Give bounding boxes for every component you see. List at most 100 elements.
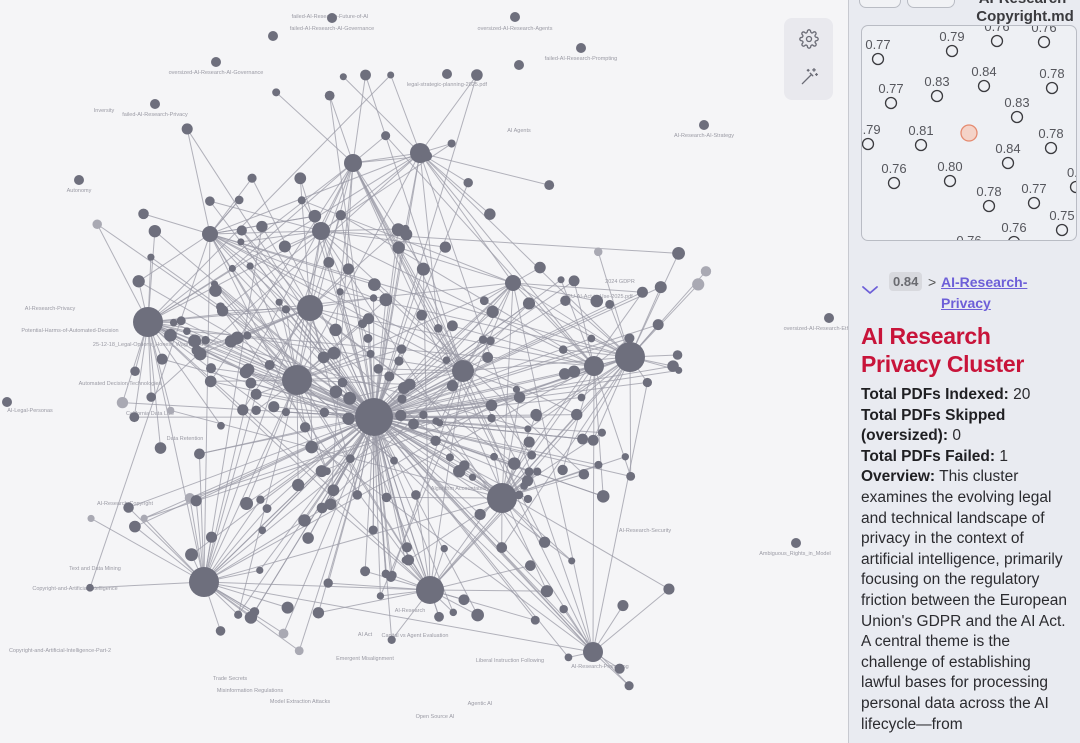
graph-node[interactable] [156,353,168,365]
graph-node[interactable] [700,266,712,277]
graph-node[interactable] [478,335,488,344]
graph-node[interactable] [558,345,568,354]
graph-node[interactable] [294,646,304,656]
graph-node[interactable] [272,88,281,97]
graph-node[interactable] [524,425,532,433]
graph-node[interactable] [256,220,268,233]
graph-node[interactable] [352,490,363,500]
graph-node[interactable] [206,363,217,374]
scatter-point[interactable] [943,174,957,188]
graph-node[interactable] [434,611,444,622]
graph-node[interactable] [130,366,140,377]
graph-node[interactable] [262,504,272,513]
graph-node[interactable] [329,385,343,399]
graph-node[interactable] [484,208,496,220]
graph-node[interactable] [237,404,249,416]
graph-node[interactable] [408,418,419,430]
graph-node[interactable] [381,492,392,503]
graph-node[interactable] [446,380,459,392]
graph-node[interactable] [317,351,330,364]
settings-button[interactable] [796,26,822,52]
graph-hub-node[interactable] [584,356,604,376]
graph-node[interactable] [527,450,537,460]
graph-node[interactable] [471,608,484,622]
graph-node[interactable] [183,327,191,336]
graph-node[interactable] [419,410,428,420]
scatter-point[interactable] [977,79,991,93]
graph-node[interactable] [305,440,318,454]
graph-node[interactable] [138,208,149,220]
graph-node[interactable] [299,422,311,433]
graph-node[interactable] [176,316,186,326]
graph-node[interactable] [534,261,546,274]
graph-node[interactable] [294,172,307,185]
graph-node[interactable] [234,610,243,619]
graph-node[interactable] [442,69,452,79]
graph-canvas[interactable]: failed-AI-Research-Future-of-AIfailed-AI… [0,0,848,743]
graph-node[interactable] [140,514,148,522]
cluster-link[interactable]: AI-Research-Privacy [941,272,1071,314]
graph-hub-node[interactable] [202,226,218,242]
graph-node[interactable] [327,13,337,23]
graph-node[interactable] [557,276,565,284]
graph-node[interactable] [327,484,340,497]
graph-node[interactable] [487,413,496,423]
scatter-point[interactable] [1010,110,1024,124]
graph-hub-node[interactable] [452,360,474,382]
graph-node[interactable] [268,31,278,41]
graph-node[interactable] [479,296,489,306]
graph-node[interactable] [401,224,410,233]
graph-node[interactable] [395,409,407,422]
graph-node[interactable] [593,247,603,257]
graph-node[interactable] [568,275,580,287]
graph-node[interactable] [524,467,534,477]
graph-hub-node[interactable] [133,307,163,337]
graph-node[interactable] [564,653,573,662]
graph-node[interactable] [514,60,524,70]
graph-node[interactable] [129,412,140,423]
graph-node[interactable] [587,334,596,343]
scatter-point[interactable] [1069,180,1077,194]
graph-node[interactable] [559,604,568,614]
graph-node[interactable] [525,560,536,571]
graph-node[interactable] [486,336,495,346]
graph-node[interactable] [209,284,222,297]
graph-node[interactable] [544,180,555,191]
graph-node[interactable] [358,319,368,329]
graph-node[interactable] [337,377,348,388]
graph-node[interactable] [343,391,357,405]
graph-node[interactable] [275,298,283,306]
graph-node[interactable] [92,219,102,229]
knowledge-graph[interactable]: failed-AI-Research-Future-of-AIfailed-AI… [0,0,848,743]
graph-node[interactable] [166,406,175,415]
graph-node[interactable] [458,594,470,606]
scatter-point[interactable] [914,138,928,152]
graph-node[interactable] [154,442,167,454]
graph-node[interactable] [421,150,433,162]
graph-node[interactable] [384,371,395,382]
graph-node[interactable] [459,460,470,471]
graph-node[interactable] [401,556,409,564]
scatter-point[interactable] [1037,35,1051,49]
graph-hub-node[interactable] [355,398,393,436]
scatter-point[interactable] [884,96,898,110]
graph-node[interactable] [339,73,347,81]
graph-node[interactable] [636,286,648,298]
graph-node[interactable] [360,566,371,577]
graph-node[interactable] [185,548,198,562]
graph-node[interactable] [237,238,245,246]
scatter-point[interactable] [1008,235,1020,241]
graph-node[interactable] [387,71,395,79]
graph-node[interactable] [392,241,405,254]
scatter-point[interactable] [1055,223,1069,237]
graph-node[interactable] [247,173,257,183]
scatter-point[interactable] [930,89,944,103]
similarity-plot[interactable]: 0.77 0.79 0.76 0.76 0.77 0.83 0.84 0.78 0.83 0.79… [862,26,1076,240]
graph-node[interactable] [439,241,452,253]
graph-node[interactable] [433,323,443,333]
graph-node[interactable] [510,12,520,22]
graph-node[interactable] [663,583,675,595]
graph-node[interactable] [312,607,325,619]
graph-node[interactable] [211,57,221,67]
graph-node[interactable] [642,377,652,388]
